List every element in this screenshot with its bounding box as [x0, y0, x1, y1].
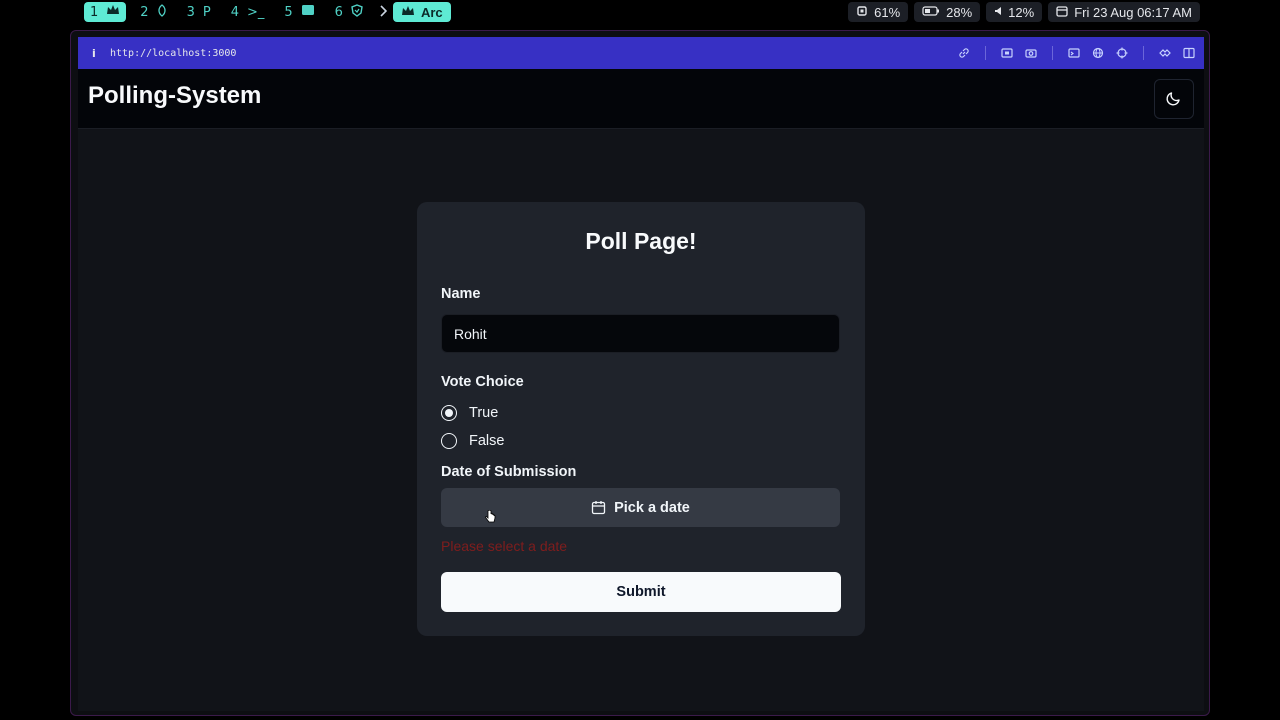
- workspace-5[interactable]: 5: [278, 2, 320, 22]
- workspace-1[interactable]: 1: [84, 2, 127, 22]
- app-header: Polling-System: [78, 69, 1204, 129]
- shield-icon: [351, 3, 363, 21]
- window-icon: [301, 4, 315, 20]
- calendar-icon: [1056, 5, 1068, 20]
- terminal-icon: >_: [246, 4, 265, 20]
- globe-icon[interactable]: [1091, 46, 1105, 60]
- chevron-right-icon: [379, 4, 388, 20]
- battery-status[interactable]: 28%: [914, 2, 981, 22]
- info-icon[interactable]: i: [92, 47, 102, 60]
- active-app-indicator[interactable]: Arc: [392, 2, 451, 22]
- url-bar[interactable]: i http://localhost:3000: [78, 37, 1204, 69]
- active-app-name: Arc: [420, 4, 443, 20]
- extensions-icon[interactable]: [1158, 46, 1172, 60]
- mouse-cursor-icon: [485, 510, 496, 523]
- url-toolbar: [957, 37, 1196, 69]
- workspace-number: 2: [140, 4, 149, 20]
- web-page: Polling-System Poll Page! Name Vote Choi…: [78, 69, 1204, 711]
- workspace-number: 3: [186, 4, 195, 20]
- toolbar-divider: [985, 46, 986, 60]
- brand-title[interactable]: Polling-System: [88, 82, 261, 110]
- submit-button[interactable]: Submit: [441, 572, 841, 612]
- p-icon: P: [202, 4, 211, 20]
- workspace-3[interactable]: 3 P: [181, 2, 217, 22]
- battery-icon: [922, 5, 940, 19]
- name-input[interactable]: [441, 314, 840, 353]
- poll-card: Poll Page! Name Vote Choice True False D…: [417, 202, 865, 636]
- datetime-value: Fri 23 Aug 06:17 AM: [1074, 4, 1192, 20]
- capture-icon[interactable]: [1000, 46, 1014, 60]
- radio-button-checked[interactable]: [441, 405, 457, 421]
- page-title: Poll Page!: [585, 228, 697, 254]
- date-label: Date of Submission: [441, 464, 577, 480]
- vote-choice-label: Vote Choice: [441, 374, 524, 390]
- workspace-number: 4: [230, 4, 239, 20]
- radio-option-true[interactable]: True: [441, 405, 498, 421]
- cpu-icon: [856, 5, 868, 20]
- sidebar-toggle-icon[interactable]: [1182, 46, 1196, 60]
- radio-label-true: True: [469, 405, 499, 421]
- cpu-status[interactable]: 61%: [848, 2, 909, 22]
- link-icon[interactable]: [957, 46, 971, 60]
- leaf-icon: [157, 3, 167, 21]
- crown-icon: [106, 4, 120, 20]
- browser-window: i http://localhost:3000 Polling-System P…: [70, 30, 1210, 716]
- moon-icon: [1166, 90, 1182, 109]
- workspace-number: 6: [334, 4, 343, 20]
- theme-toggle-button[interactable]: [1154, 79, 1194, 119]
- crown-icon: [401, 5, 415, 20]
- radio-option-false[interactable]: False: [441, 433, 504, 449]
- workspace-number: 1: [90, 4, 99, 20]
- date-error-message: Please select a date: [441, 538, 568, 554]
- screen: 1 2 3 P 4 >_ 5 6 Arc 61% 28% 12% Fri 23 …: [0, 0, 1280, 720]
- workspace-4[interactable]: 4 >_: [225, 2, 271, 22]
- radio-dot: [445, 409, 453, 417]
- radio-button[interactable]: [441, 433, 457, 449]
- toolbar-divider: [1143, 46, 1144, 60]
- crosshair-icon[interactable]: [1115, 46, 1129, 60]
- toolbar-divider: [1052, 46, 1053, 60]
- cpu-value: 61%: [874, 4, 901, 20]
- date-picker-label: Pick a date: [614, 499, 690, 516]
- url-text[interactable]: http://localhost:3000: [110, 48, 236, 59]
- calendar-icon: [591, 500, 606, 515]
- date-picker-button[interactable]: Pick a date: [441, 488, 840, 527]
- radio-label-false: False: [469, 433, 505, 449]
- volume-status[interactable]: 12%: [986, 2, 1043, 22]
- speaker-icon: [994, 5, 1002, 19]
- workspace-number: 5: [284, 4, 293, 20]
- camera-icon[interactable]: [1024, 46, 1038, 60]
- name-label: Name: [441, 286, 481, 302]
- workspace-2[interactable]: 2: [134, 2, 172, 22]
- workspace-switcher: 1 2 3 P 4 >_ 5 6 Arc: [84, 2, 451, 22]
- datetime-status[interactable]: Fri 23 Aug 06:17 AM: [1048, 2, 1200, 22]
- workspace-6[interactable]: 6: [329, 2, 369, 22]
- system-top-bar: 1 2 3 P 4 >_ 5 6 Arc 61% 28% 12% Fri 23 …: [0, 0, 1280, 25]
- volume-value: 12%: [1008, 4, 1035, 20]
- battery-value: 28%: [946, 4, 973, 20]
- status-area: 61% 28% 12% Fri 23 Aug 06:17 AM: [848, 2, 1200, 22]
- console-icon[interactable]: [1067, 46, 1081, 60]
